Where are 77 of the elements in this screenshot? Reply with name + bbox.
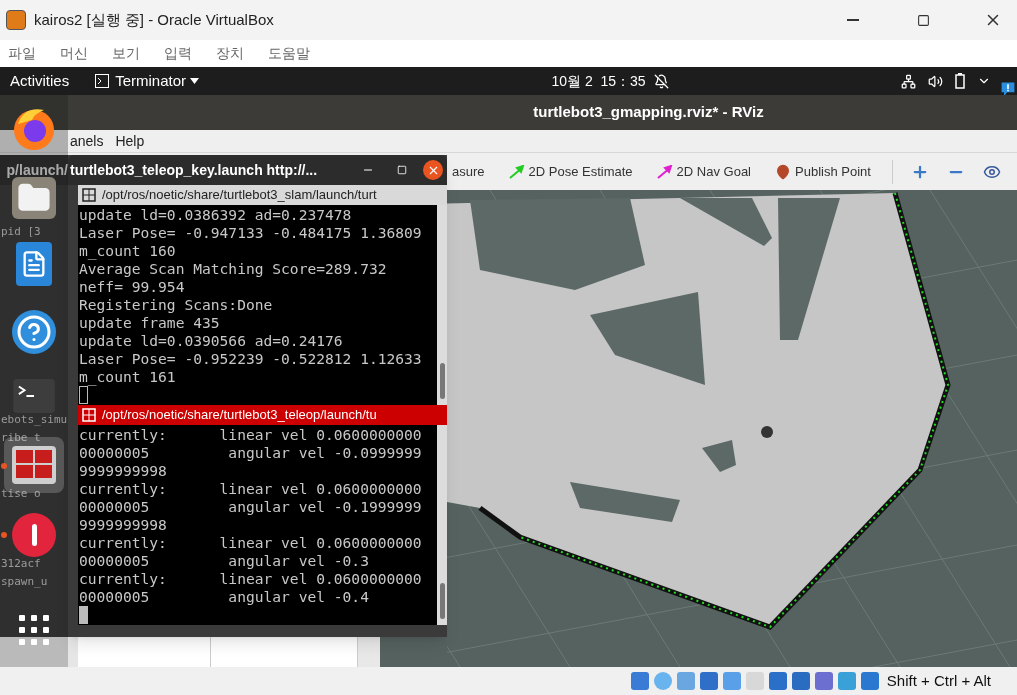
menu-item[interactable]: 장치 xyxy=(216,43,244,64)
menu-item[interactable]: 파일 xyxy=(8,43,36,64)
tool-button[interactable]: asure xyxy=(449,158,488,185)
activities-button[interactable]: Activities xyxy=(10,69,70,93)
terminal-grid-icon[interactable] xyxy=(12,446,56,484)
terminal-line: tise o xyxy=(1,487,41,501)
arrow-icon xyxy=(656,164,673,179)
menu-item[interactable]: 보기 xyxy=(112,43,140,64)
terminal-line: update ld=0.0390566 ad=0.24176 xyxy=(79,332,344,350)
volume-icon[interactable] xyxy=(928,73,943,89)
window-title: kairos2 [실행 중] - Oracle VirtualBox xyxy=(34,9,274,30)
terminal-line: currently: linear vel 0.0600000000 xyxy=(79,480,423,498)
window-title: p/launch/ xyxy=(6,160,68,180)
terminal-line: currently: linear vel 0.0600000000 xyxy=(79,534,423,552)
bell-off-icon xyxy=(653,73,669,89)
minimize-icon xyxy=(847,19,859,21)
menu-item[interactable]: 도움말 xyxy=(268,43,310,64)
close-button[interactable] xyxy=(423,160,443,180)
rviz-title: turtlebot3_gmapping.rviz* - RViz xyxy=(533,102,764,123)
terminal-line: pid [3 xyxy=(1,225,41,239)
arrow-icon xyxy=(508,164,525,179)
terminal-line: neff= 99.954 xyxy=(79,278,186,296)
notification-icon[interactable] xyxy=(1000,81,1016,97)
terminal-line: Registering Scans:Done xyxy=(79,296,274,314)
terminal-line: 9999999998 xyxy=(79,462,168,480)
scrollbar-track[interactable] xyxy=(68,637,78,667)
cursor xyxy=(79,386,88,404)
terminal-line: 312acf xyxy=(1,557,41,571)
terminal-line: 00000005 angular vel -0.3 xyxy=(79,552,370,570)
app-icon xyxy=(6,10,26,30)
tool-button[interactable]: 2D Nav Goal xyxy=(653,158,754,185)
menu-item[interactable]: anels xyxy=(70,130,104,152)
maximize-icon xyxy=(397,165,407,175)
split-icon xyxy=(82,408,96,422)
terminal-line: Laser Pose= -0.947133 -0.484175 1.36809 xyxy=(79,224,423,242)
terminal-line: ebots_simu xyxy=(1,413,68,427)
pane-path: /opt/ros/noetic/share/turtlebot3_teleop/launch/tu xyxy=(102,406,377,425)
map-edge xyxy=(380,637,447,667)
terminal-line: 9999999998 xyxy=(79,516,168,534)
terminal-line: update ld=0.0386392 ad=0.237478 xyxy=(79,206,353,224)
terminal-line: 00000005 angular vel -0.1999999 xyxy=(79,498,423,516)
host-key-label: Shift + Ctrl + Alt xyxy=(886,670,991,691)
battery-icon[interactable] xyxy=(955,73,965,89)
terminal-line: update frame 435 xyxy=(79,314,221,332)
app-menu[interactable]: Terminator xyxy=(115,69,200,93)
pane-header[interactable]: /opt/ros/noetic/share/turtlebot3_slam/launch/turt xyxy=(78,185,447,205)
pin-icon xyxy=(775,163,791,180)
cursor xyxy=(79,606,88,624)
terminal-line: currently: linear vel 0.0600000000 xyxy=(79,426,423,444)
map-drawing[interactable] xyxy=(447,190,1017,667)
scrollbar-thumb[interactable] xyxy=(439,363,445,399)
maximize-icon xyxy=(916,13,930,27)
terminal-line: m_count 160 xyxy=(79,242,177,260)
clock[interactable]: 10월 2 15：35 xyxy=(551,70,646,92)
menu-item[interactable]: 입력 xyxy=(164,43,192,64)
pane-path: /opt/ros/noetic/share/turtlebot3_slam/launch/turt xyxy=(102,186,377,205)
terminal-icon[interactable] xyxy=(12,379,56,413)
apps-grid-icon[interactable] xyxy=(19,615,49,645)
terminal-icon xyxy=(95,74,110,88)
caret-icon xyxy=(190,78,200,84)
terminal-line: currently: linear vel 0.0600000000 xyxy=(79,570,423,588)
pane-header[interactable]: /opt/ros/noetic/share/turtlebot3_teleop/launch/tu xyxy=(78,405,447,425)
document-icon[interactable] xyxy=(16,242,52,286)
terminal-title: turtlebot3_teleop_key.launch http://... xyxy=(70,160,318,180)
scrollbar-thumb[interactable] xyxy=(439,583,445,619)
tool-button[interactable]: Publish Point xyxy=(772,158,874,185)
terminal-line: spawn_u xyxy=(1,575,48,589)
terminal-line: 00000005 angular vel -0.4 xyxy=(79,588,370,606)
terminal-line: 00000005 angular vel -0.0999999 xyxy=(79,444,423,462)
menu-item[interactable]: Help xyxy=(115,130,145,152)
menu-item[interactable]: 머신 xyxy=(60,43,88,64)
terminal-line: ribe t xyxy=(1,431,41,445)
terminal-line: m_count 161 xyxy=(79,368,177,386)
terminal-line: Laser Pose= -0.952239 -0.522812 1.12633 xyxy=(79,350,423,368)
tool-button[interactable]: 2D Pose Estimate xyxy=(505,158,636,185)
terminal-line: Average Scan Matching Score=289.732 xyxy=(79,260,388,278)
split-icon xyxy=(82,188,96,202)
